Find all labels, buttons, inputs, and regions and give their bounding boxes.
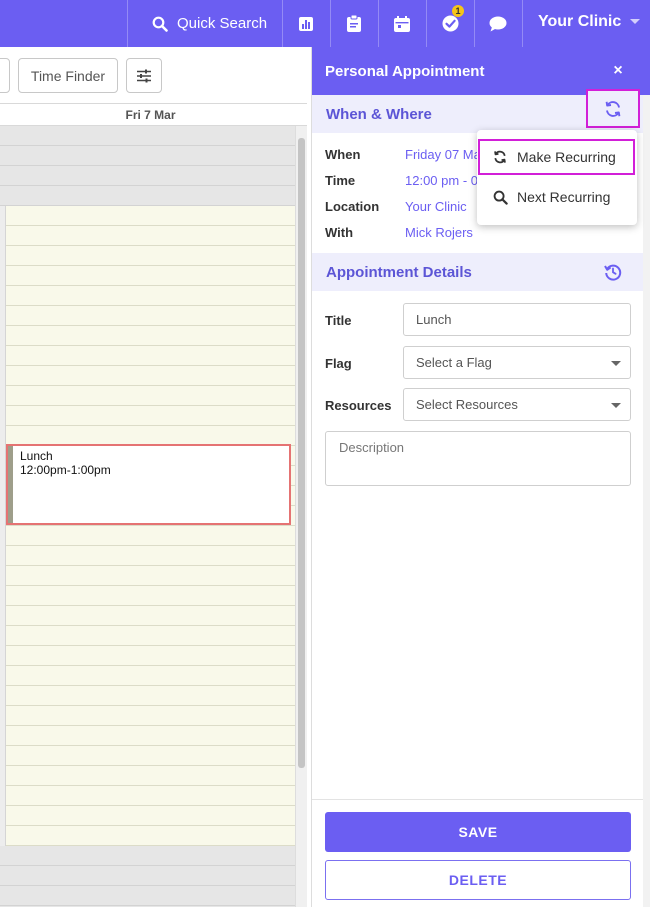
resources-select-placeholder: Select Resources <box>416 397 518 412</box>
panel-footer: SAVE DELETE <box>312 799 643 907</box>
chevron-down-icon <box>611 403 621 408</box>
prev-toolbar-button[interactable] <box>0 58 10 93</box>
reports-button[interactable] <box>282 0 330 47</box>
day-header: Fri 7 Mar <box>125 108 176 122</box>
scrollbar-thumb[interactable] <box>298 138 305 768</box>
calendar-button[interactable] <box>378 0 426 47</box>
search-icon <box>493 190 508 205</box>
flag-select[interactable]: Select a Flag <box>403 346 631 379</box>
when-label: When <box>325 147 361 162</box>
divider <box>522 0 523 47</box>
notification-badge: 1 <box>452 5 464 17</box>
time-label: Time <box>325 173 356 188</box>
sliders-icon <box>137 69 151 82</box>
sync-icon <box>605 100 621 117</box>
top-nav-bar: Quick Search 1 Your Clinic <box>0 0 650 47</box>
section-title: Appointment Details <box>326 263 472 281</box>
divider <box>127 0 128 47</box>
event-time: 12:00pm-1:00pm <box>20 463 111 477</box>
recurring-button[interactable] <box>586 89 640 128</box>
panel-header: Personal Appointment × <box>312 47 650 95</box>
clinic-selector[interactable]: Your Clinic <box>538 0 641 43</box>
title-label: Title <box>325 313 352 328</box>
clinic-label: Your Clinic <box>538 12 622 30</box>
save-button[interactable]: SAVE <box>325 812 631 852</box>
event-title: Lunch <box>20 449 53 463</box>
resources-label: Resources <box>325 398 392 413</box>
history-icon <box>604 264 622 281</box>
resources-select[interactable]: Select Resources <box>403 388 631 421</box>
calendar-icon <box>394 15 410 32</box>
flag-select-placeholder: Select a Flag <box>416 355 492 370</box>
menu-item-label: Next Recurring <box>517 189 611 205</box>
close-icon: × <box>613 62 623 79</box>
calendar-scrollbar[interactable] <box>295 126 307 907</box>
calendar-day-view: Fri 7 Mar Lunch 12:00pm-1:00pm <box>0 103 311 907</box>
chevron-down-icon <box>611 361 621 366</box>
unavailable-slots <box>0 126 295 206</box>
location-label: Location <box>325 199 380 214</box>
bar-chart-icon <box>299 16 313 31</box>
description-textarea[interactable]: Description <box>325 431 631 486</box>
time-finder-label: Time Finder <box>30 67 106 84</box>
when-value[interactable]: Friday 07 Ma <box>405 147 481 162</box>
menu-item-next-recurring[interactable]: Next Recurring <box>477 177 637 217</box>
highlight-outline <box>478 139 635 175</box>
clipboard-button[interactable] <box>330 0 378 47</box>
flag-label: Flag <box>325 356 352 371</box>
delete-button[interactable]: DELETE <box>325 860 631 900</box>
quick-search-label: Quick Search <box>177 15 268 32</box>
event-status-strip <box>8 446 13 523</box>
chat-bubble-icon <box>489 16 507 31</box>
check-circle-icon <box>442 15 458 32</box>
time-finder-button[interactable]: Time Finder <box>18 58 118 93</box>
description-placeholder: Description <box>339 440 405 455</box>
calendar-toolbar: Time Finder <box>0 47 311 103</box>
chevron-down-icon <box>630 19 641 24</box>
close-button[interactable]: × <box>608 60 628 82</box>
appointment-event[interactable]: Lunch 12:00pm-1:00pm <box>6 444 291 525</box>
location-value[interactable]: Your Clinic <box>405 199 467 214</box>
search-icon <box>152 16 168 32</box>
filter-button[interactable] <box>126 58 162 93</box>
chat-button[interactable] <box>474 0 522 47</box>
clipboard-icon <box>347 15 361 32</box>
unavailable-slots <box>0 846 295 907</box>
section-title: When & Where <box>326 105 432 123</box>
calendar-header: Fri 7 Mar <box>0 103 307 126</box>
panel-scrollbar[interactable] <box>643 95 650 907</box>
tasks-button[interactable]: 1 <box>426 0 474 47</box>
panel-title: Personal Appointment <box>325 62 485 80</box>
history-button[interactable] <box>604 263 622 286</box>
time-value[interactable]: 12:00 pm - 0 <box>405 173 478 188</box>
with-value[interactable]: Mick Rojers <box>405 225 473 240</box>
title-input-value: Lunch <box>416 312 452 327</box>
title-input[interactable]: Lunch <box>403 303 631 336</box>
quick-search-button[interactable]: Quick Search <box>152 0 267 47</box>
with-label: With <box>325 225 354 240</box>
appointment-details-section: Appointment Details <box>312 253 643 291</box>
